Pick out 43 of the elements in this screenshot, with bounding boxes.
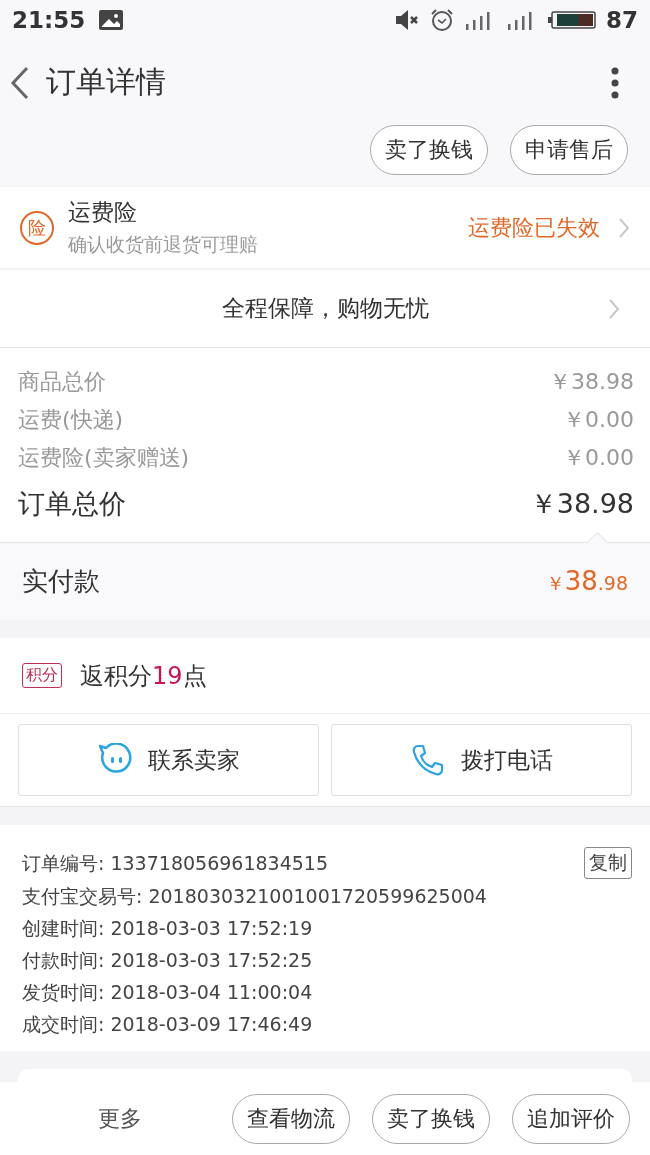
price-label: 运费险(卖家赠送) [18, 444, 190, 472]
total-label: 订单总价 [18, 487, 126, 521]
price-value: ￥0.00 [563, 406, 634, 434]
insurance-badge: 险 [20, 210, 54, 245]
action-button[interactable]: 申请售后 [510, 125, 628, 175]
order-info-line: 付款时间: 2018-03-03 17:52:25 [22, 948, 313, 973]
order-info-line: 支付宝交易号: 2018030321001001720599625004 [22, 884, 487, 909]
order-info-line: 创建时间: 2018-03-03 17:52:19 [22, 916, 313, 941]
points-badge: 积分 [22, 663, 62, 688]
page-title: 订单详情 [46, 63, 167, 101]
points-text: 返积分19点 [80, 660, 207, 692]
call-button[interactable]: 拨打电话 [331, 724, 632, 796]
insurance-subtitle: 确认收货前退货可理赔 [68, 232, 259, 257]
chevron-icon [618, 216, 630, 239]
chevron-icon [608, 298, 620, 320]
back-icon[interactable] [10, 65, 30, 100]
action-button[interactable]: 卖了换钱 [372, 1093, 490, 1144]
insurance-title: 运费险 [68, 198, 138, 227]
price-label: 运费(快递) [18, 406, 124, 434]
price-value: ￥0.00 [563, 444, 634, 472]
clock-time: 21:55 [12, 7, 86, 33]
total-value: ￥38.98 [529, 487, 634, 521]
order-info-line: 成交时间: 2018-03-09 17:46:49 [22, 1012, 313, 1037]
contact-seller-button[interactable]: 联系卖家 [18, 724, 319, 796]
phone-icon [410, 743, 445, 777]
mute-icon [394, 9, 420, 31]
copy-button[interactable]: 复制 [584, 847, 632, 879]
battery-icon [548, 10, 596, 30]
more-icon[interactable] [610, 65, 620, 100]
paid-label: 实付款 [22, 565, 100, 598]
price-value: ￥38.98 [549, 368, 634, 396]
image-icon [99, 10, 124, 30]
guarantee-text: 全程保障，购物无忧 [221, 294, 429, 323]
order-info-line: 发货时间: 2018-03-04 11:00:04 [22, 980, 313, 1005]
more-link[interactable]: 更多 [98, 1103, 142, 1134]
action-button[interactable]: 卖了换钱 [370, 125, 488, 175]
order-info-line: 订单编号: 133718056961834515 [22, 851, 329, 876]
paid-amount: ￥38.98 [545, 566, 628, 597]
action-button[interactable]: 查看物流 [232, 1093, 350, 1144]
action-button[interactable]: 追加评价 [512, 1093, 630, 1144]
battery-percent: 87 [606, 7, 638, 33]
price-label: 商品总价 [18, 368, 106, 396]
alarm-icon [430, 8, 454, 32]
